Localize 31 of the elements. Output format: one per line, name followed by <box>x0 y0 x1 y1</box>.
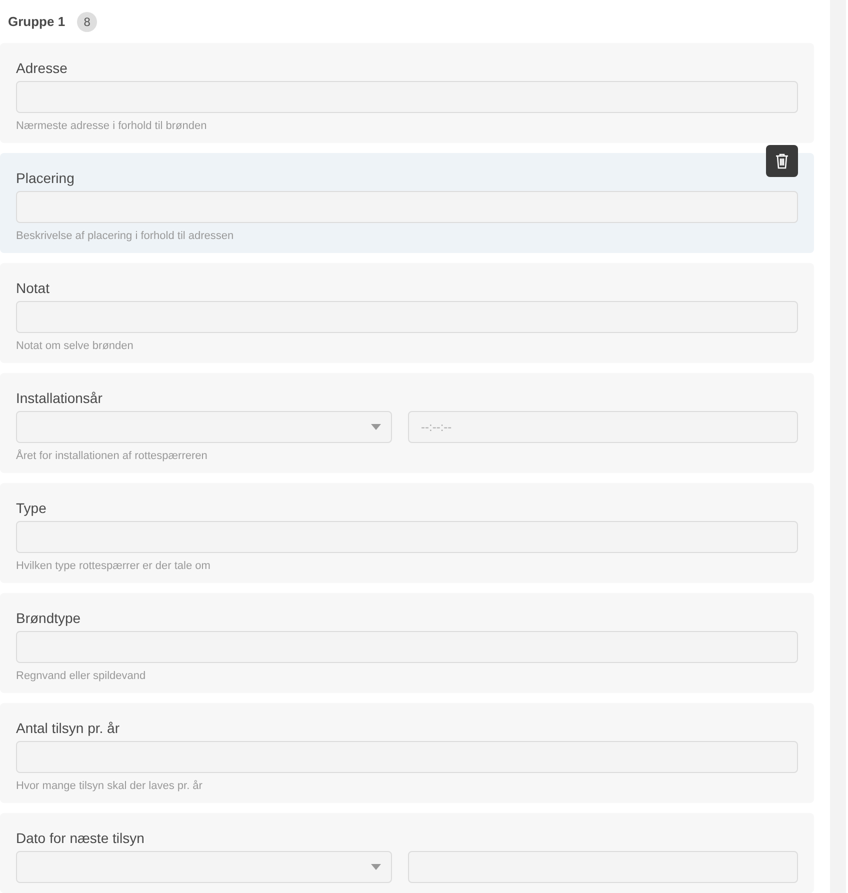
caret-icon <box>371 424 381 430</box>
field-hint: Regnvand eller spildevand <box>16 669 147 683</box>
delete-button[interactable] <box>766 145 798 177</box>
field-hint: Hvilken type rottespærrer er der tale om <box>16 559 212 573</box>
field-label: Antal tilsyn pr. år <box>16 719 120 737</box>
group-title: Gruppe 1 <box>8 12 66 31</box>
date-dropdown[interactable] <box>16 851 392 883</box>
input-field[interactable] <box>16 81 798 113</box>
field-hint: Året for installationen af rottespærreren <box>16 449 208 463</box>
count-badge: 8 <box>77 12 98 32</box>
field-hint: Notat om selve brønden <box>16 339 134 353</box>
input-field[interactable] <box>16 301 798 333</box>
time-field[interactable] <box>408 851 798 883</box>
field-label: Notat <box>16 279 50 297</box>
date-dropdown[interactable] <box>16 411 392 443</box>
input-field[interactable] <box>16 191 798 223</box>
input-field[interactable] <box>16 521 798 553</box>
field-hint: Beskrivelse af placering i forhold til adressen <box>16 229 235 243</box>
field-label: Placering <box>16 169 76 187</box>
field-hint: Hvor mange tilsyn skal der laves pr. år <box>16 779 204 793</box>
caret-icon <box>371 864 381 870</box>
field-label: Adresse <box>16 59 68 77</box>
field-hint: Nærmeste adresse i forhold til brønden <box>16 119 208 133</box>
field-label: Dato for næste tilsyn <box>16 829 146 847</box>
field-label: Brøndtype <box>16 609 82 627</box>
time-field[interactable]: --:--:-- <box>408 411 798 443</box>
field-label: Installationsår <box>16 389 104 407</box>
input-field[interactable] <box>16 741 798 773</box>
trash-icon <box>775 153 789 169</box>
field-label: Type <box>16 499 48 517</box>
input-field[interactable] <box>16 631 798 663</box>
